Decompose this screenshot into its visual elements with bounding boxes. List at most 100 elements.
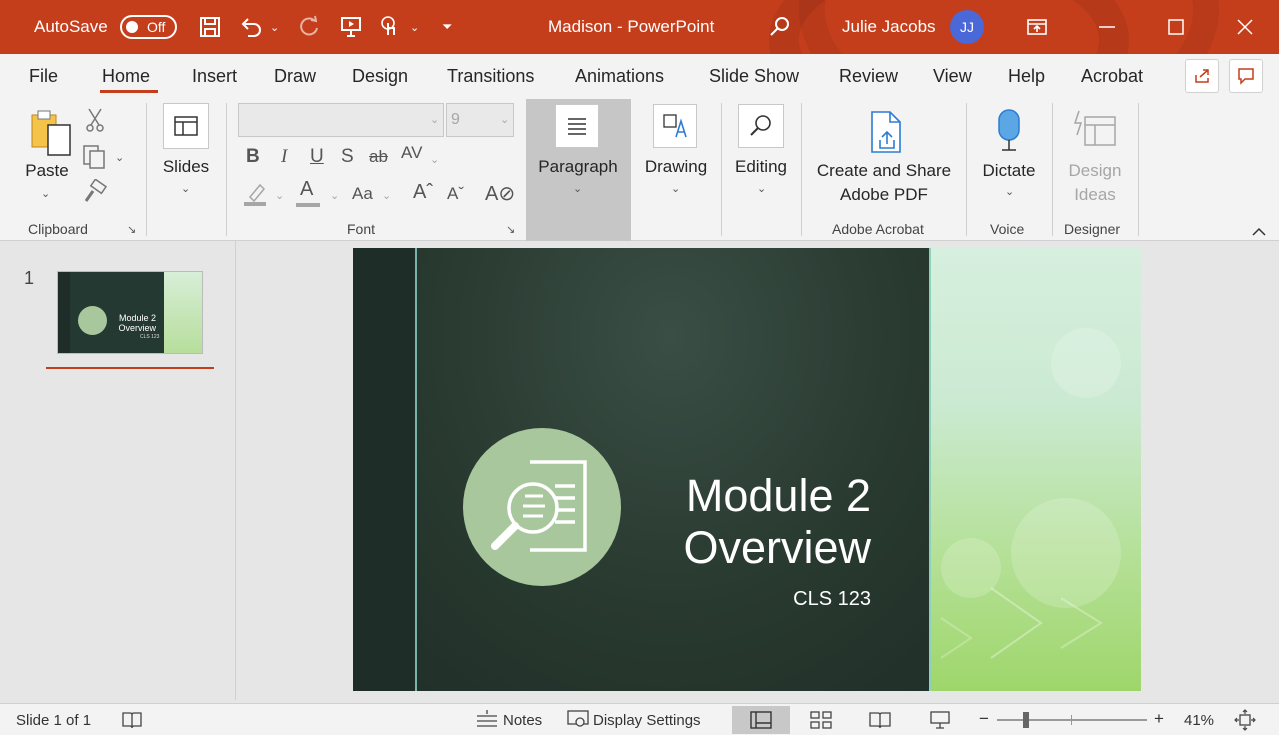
change-case-icon[interactable]: Aa (352, 184, 373, 204)
microphone-icon[interactable] (993, 108, 1025, 157)
slides-button[interactable]: Slides (160, 157, 212, 177)
collapse-ribbon-icon[interactable] (1252, 224, 1266, 240)
format-painter-icon[interactable] (82, 178, 108, 211)
editing-search-icon[interactable] (738, 104, 784, 148)
chevron-down-icon[interactable]: ⌄ (671, 182, 680, 195)
chevron-down-icon[interactable]: ⌄ (330, 189, 339, 202)
chevron-down-icon[interactable]: ⌄ (430, 153, 439, 166)
comments-icon[interactable] (1229, 59, 1263, 93)
customize-qat-icon[interactable]: ⏷ (442, 0, 452, 54)
accessibility-icon[interactable] (121, 710, 143, 734)
minimize-icon[interactable] (1083, 0, 1131, 54)
chevron-down-icon[interactable]: ⌄ (275, 189, 284, 202)
copy-icon[interactable] (82, 144, 108, 176)
design-ideas-button[interactable]: Design Ideas (1062, 159, 1128, 207)
tab-transitions[interactable]: Transitions (447, 66, 534, 87)
adobe-pdf-share-icon[interactable] (868, 110, 904, 159)
slides-icon[interactable] (163, 103, 209, 149)
zoom-slider-thumb[interactable] (1023, 712, 1029, 728)
display-settings-button[interactable]: Display Settings (593, 712, 701, 729)
fit-to-window-icon[interactable] (1234, 709, 1256, 735)
slide[interactable]: Module 2 Overview CLS 123 (353, 248, 1141, 691)
share-icon[interactable] (1185, 59, 1219, 93)
design-ideas-icon[interactable] (1071, 109, 1119, 154)
tab-acrobat[interactable]: Acrobat (1081, 66, 1143, 87)
redo-icon[interactable] (295, 0, 323, 54)
strikethrough-icon[interactable]: ab (369, 147, 388, 167)
slide-subtitle[interactable]: CLS 123 (683, 588, 871, 611)
design-ideas-line2: Ideas (1074, 185, 1116, 204)
chevron-down-icon[interactable]: ⌄ (1005, 185, 1014, 198)
display-settings-icon[interactable] (566, 709, 590, 733)
adobe-acrobat-group-label: Adobe Acrobat (832, 221, 924, 237)
chevron-down-icon[interactable]: ⌄ (757, 182, 766, 195)
chevron-down-icon[interactable]: ⌄ (573, 182, 582, 195)
shadow-icon[interactable]: S (341, 146, 354, 168)
tab-animations[interactable]: Animations (575, 66, 664, 87)
bold-icon[interactable]: B (246, 146, 260, 168)
dialog-launcher-icon[interactable]: ↘ (127, 223, 136, 236)
slide-title[interactable]: Module 2 Overview (583, 470, 871, 574)
italic-icon[interactable]: I (281, 146, 287, 168)
slide-sorter-icon[interactable] (806, 706, 836, 734)
copy-dropdown-icon[interactable]: ⌄ (115, 151, 124, 164)
reading-view-icon[interactable] (865, 706, 895, 734)
chevron-down-icon[interactable]: ⌄ (181, 182, 190, 195)
touch-dropdown-icon[interactable]: ⌄ (410, 0, 419, 54)
tab-draw[interactable]: Draw (274, 66, 316, 87)
dialog-launcher-icon[interactable]: ↘ (506, 223, 515, 236)
chevron-down-icon[interactable]: ⌄ (382, 189, 391, 202)
normal-view-icon[interactable] (732, 706, 790, 734)
zoom-out-button[interactable]: − (979, 709, 989, 729)
dictate-button[interactable]: Dictate (978, 161, 1040, 181)
group-separator (721, 103, 722, 236)
save-icon[interactable] (196, 0, 224, 54)
tab-insert[interactable]: Insert (192, 66, 237, 87)
underline-icon[interactable]: U (310, 146, 324, 168)
paragraph-button[interactable]: Paragraph (532, 157, 624, 177)
notes-button[interactable]: Notes (503, 712, 542, 729)
paragraph-icon[interactable] (555, 104, 599, 148)
decrease-font-size-icon[interactable]: Aˇ (447, 184, 464, 204)
tab-help[interactable]: Help (1008, 66, 1045, 87)
drawing-button[interactable]: Drawing (637, 157, 715, 177)
touch-mode-icon[interactable] (375, 0, 403, 54)
undo-dropdown-icon[interactable]: ⌄ (270, 0, 279, 54)
slide-thumbnail[interactable]: Module 2 Overview CLS 123 (57, 271, 203, 354)
ribbon-display-icon[interactable] (1013, 0, 1061, 54)
maximize-icon[interactable] (1152, 0, 1200, 54)
tab-slide-show[interactable]: Slide Show (709, 66, 799, 87)
tab-file[interactable]: File (29, 66, 58, 87)
font-color-icon[interactable]: A (300, 178, 313, 201)
user-name[interactable]: Julie Jacobs (842, 0, 936, 54)
zoom-slider-track[interactable] (997, 719, 1147, 721)
tab-view[interactable]: View (933, 66, 972, 87)
chevron-down-icon[interactable]: ⌄ (41, 187, 50, 200)
highlight-icon[interactable] (242, 181, 268, 213)
editing-button[interactable]: Editing (728, 157, 794, 177)
increase-font-size-icon[interactable]: Aˆ (413, 181, 433, 204)
notes-icon[interactable] (475, 708, 499, 734)
search-icon[interactable] (766, 0, 794, 54)
tab-review[interactable]: Review (839, 66, 898, 87)
autosave-toggle[interactable]: Off (120, 15, 177, 39)
paste-icon[interactable] (28, 109, 74, 164)
tab-design[interactable]: Design (352, 66, 408, 87)
slideshow-view-icon[interactable] (925, 706, 955, 734)
close-icon[interactable] (1221, 0, 1269, 54)
present-icon[interactable] (337, 0, 365, 54)
paste-button[interactable]: Paste (24, 161, 70, 181)
cut-icon[interactable] (85, 107, 105, 139)
avatar[interactable]: JJ (950, 10, 984, 44)
zoom-in-button[interactable]: + (1154, 709, 1164, 729)
undo-icon[interactable] (237, 0, 265, 54)
drawing-icon[interactable] (653, 104, 697, 148)
clear-formatting-icon[interactable]: A⊘ (485, 181, 515, 206)
zoom-level[interactable]: 41% (1184, 712, 1214, 729)
font-size-input[interactable]: 9 ⌄ (446, 103, 514, 137)
slide-editing-area: Module 2 Overview CLS 123 (236, 241, 1279, 700)
create-share-adobe-pdf-button[interactable]: Create and Share Adobe PDF (812, 159, 956, 207)
tab-home[interactable]: Home (102, 66, 150, 87)
font-name-input[interactable]: ⌄ (238, 103, 444, 137)
character-spacing-icon[interactable]: AV (401, 143, 422, 163)
